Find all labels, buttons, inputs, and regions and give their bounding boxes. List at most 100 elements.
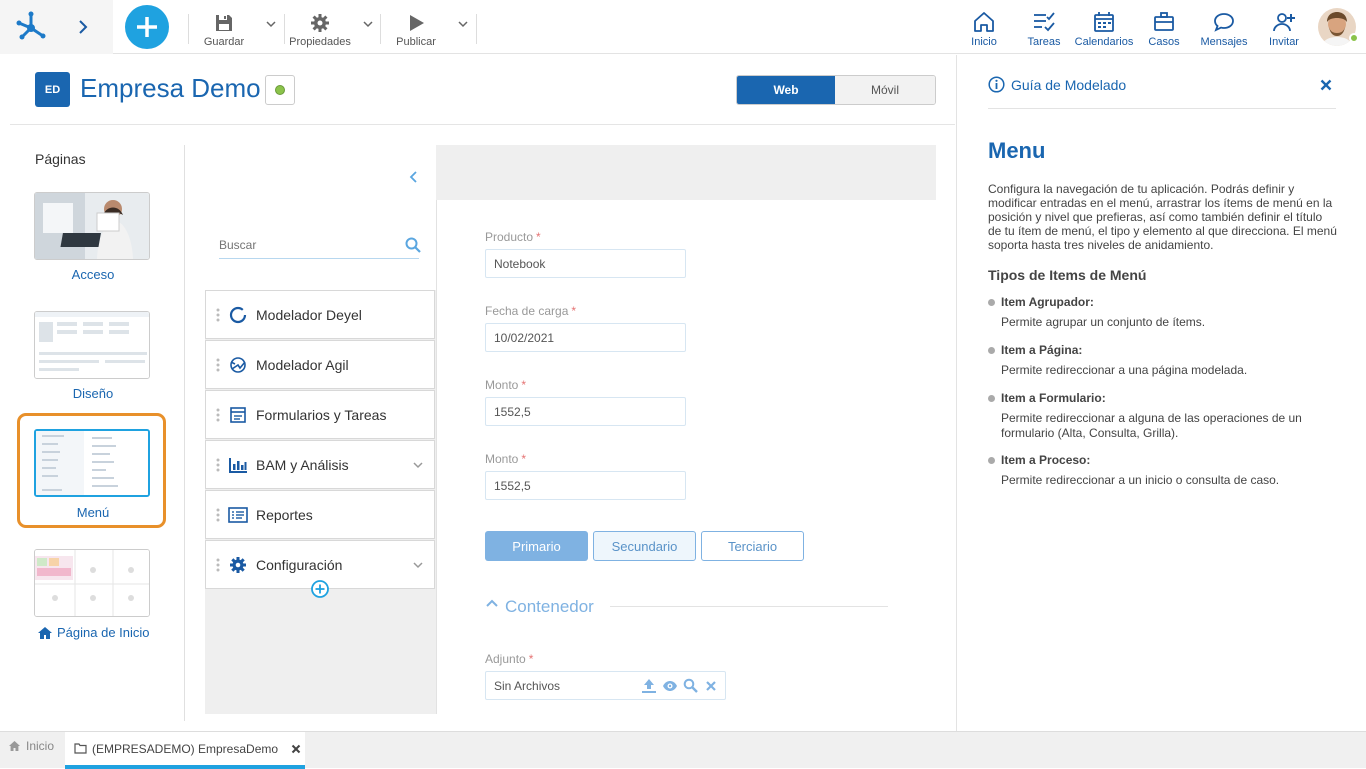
menu-item-bam[interactable]: BAM y Análisis	[205, 440, 435, 489]
nav-calendarios[interactable]: Calendarios	[1074, 8, 1134, 48]
tab-empresademo-label: (EMPRESADEMO) EmpresaDemo	[92, 741, 279, 756]
expand-chevron-icon[interactable]	[412, 561, 424, 569]
menu-item-reportes[interactable]: Reportes	[205, 490, 435, 539]
app-title: Empresa Demo	[80, 73, 261, 103]
field-producto[interactable]: Notebook	[485, 249, 686, 278]
bar-chart-icon	[228, 455, 248, 475]
app-status-button[interactable]	[265, 75, 295, 105]
field-fecha-carga[interactable]: 10/02/2021	[485, 323, 686, 352]
app-header: ED Empresa Demo Web Móvil	[10, 55, 955, 125]
collapse-panel-chevron-icon[interactable]	[408, 170, 418, 184]
menu-item-modelador-deyel[interactable]: Modelador Deyel	[205, 290, 435, 339]
view-toggle-mobile[interactable]: Móvil	[835, 76, 935, 104]
field-monto[interactable]: 1552,5	[485, 397, 686, 426]
primary-button[interactable]: Primario	[485, 531, 588, 561]
menu-item-modelador-agil[interactable]: Modelador Agil	[205, 340, 435, 389]
tab-empresademo[interactable]: (EMPRESADEMO) EmpresaDemo	[65, 732, 305, 769]
nav-invitar[interactable]: Invitar	[1264, 8, 1304, 48]
pages-heading: Páginas	[35, 151, 86, 167]
nav-casos[interactable]: Casos	[1144, 8, 1184, 48]
menu-item-formularios[interactable]: Formularios y Tareas	[205, 390, 435, 439]
add-menu-item-icon[interactable]	[310, 579, 330, 599]
nav-tareas[interactable]: Tareas	[1024, 8, 1064, 48]
add-button[interactable]	[125, 5, 169, 49]
online-status-dot	[1349, 33, 1359, 43]
menu-item-label: Formularios y Tareas	[256, 406, 387, 423]
save-button[interactable]: Guardar	[200, 8, 248, 48]
deyel-ring-icon	[228, 305, 248, 325]
column-divider	[184, 145, 185, 721]
page-label-menu: Menú	[76, 505, 110, 520]
clear-icon[interactable]	[705, 680, 717, 692]
folder-icon	[74, 743, 87, 754]
toolbar-divider	[476, 14, 477, 44]
drag-handle-icon[interactable]	[214, 458, 222, 472]
publish-label: Publicar	[396, 36, 436, 48]
reports-icon	[228, 505, 248, 525]
eye-icon[interactable]	[662, 679, 678, 693]
nav-inicio[interactable]: Inicio	[964, 8, 1004, 48]
close-tab-icon[interactable]	[291, 744, 301, 754]
home-icon	[974, 12, 994, 32]
page-thumb-inicio[interactable]	[34, 549, 150, 617]
tertiary-button[interactable]: Terciario	[701, 531, 804, 561]
field-monto-2[interactable]: 1552,5	[485, 471, 686, 500]
search-icon[interactable]	[405, 237, 421, 253]
publish-dropdown-caret-icon[interactable]	[457, 20, 469, 28]
properties-label: Propiedades	[289, 36, 351, 48]
drag-handle-icon[interactable]	[214, 558, 222, 572]
tasks-icon	[1034, 12, 1055, 32]
upload-icon[interactable]	[641, 678, 657, 694]
drag-handle-icon[interactable]	[214, 508, 222, 522]
save-dropdown-caret-icon[interactable]	[265, 20, 277, 28]
close-guide-icon[interactable]	[1320, 79, 1332, 91]
menu-item-label: Modelador Agil	[256, 356, 349, 373]
tab-inicio[interactable]: Inicio	[8, 739, 54, 753]
home-icon	[38, 626, 52, 639]
properties-button[interactable]: Propiedades	[288, 8, 352, 48]
menu-search-input[interactable]	[219, 231, 419, 259]
page-label-inicio: Página de Inicio	[57, 625, 150, 640]
page-thumb-diseno[interactable]	[34, 311, 150, 379]
toolbar-divider	[380, 14, 381, 44]
preview-header-strip	[436, 145, 936, 200]
container-collapse-icon[interactable]	[485, 598, 499, 608]
drag-handle-icon[interactable]	[214, 358, 222, 372]
publish-button[interactable]: Publicar	[392, 8, 440, 48]
page-label-acceso: Acceso	[71, 267, 115, 282]
guide-subtitle: Tipos de Items de Menú	[988, 267, 1147, 283]
toolbar-divider	[188, 14, 189, 44]
view-toggle-web[interactable]: Web	[737, 76, 835, 104]
field-label-fecha: Fecha de carga *	[485, 304, 577, 318]
page-thumb-menu[interactable]	[34, 429, 150, 497]
page-label-diseno: Diseño	[72, 386, 114, 401]
toolbar-divider	[284, 14, 285, 44]
drag-handle-icon[interactable]	[214, 408, 222, 422]
guide-title: Menu	[988, 138, 1046, 163]
briefcase-icon	[1154, 12, 1174, 31]
attachment-field: Sin Archivos	[485, 671, 726, 700]
properties-dropdown-caret-icon[interactable]	[362, 20, 374, 28]
field-label-monto-2: Monto *	[485, 452, 527, 466]
drag-handle-icon[interactable]	[214, 308, 222, 322]
page-thumb-acceso[interactable]	[34, 192, 150, 260]
nav-tareas-label: Tareas	[1027, 36, 1061, 48]
view-toggle: Web Móvil	[736, 75, 936, 105]
nav-calendarios-label: Calendarios	[1074, 36, 1134, 48]
expand-chevron-icon[interactable]	[412, 461, 424, 469]
field-label-adjunto: Adjunto *	[485, 652, 534, 666]
nav-mensajes[interactable]: Mensajes	[1198, 8, 1250, 48]
expand-chevron-icon[interactable]	[77, 19, 89, 35]
save-icon	[216, 15, 232, 31]
guide-item-proceso: Item a Proceso: Permite redireccionar a …	[988, 453, 1328, 488]
search-icon[interactable]	[683, 678, 698, 693]
deyel-logo-icon[interactable]	[14, 9, 48, 43]
preview-divider	[436, 200, 437, 714]
guide-header: Guía de Modelado	[1011, 77, 1127, 93]
agile-icon	[228, 355, 248, 375]
secondary-button[interactable]: Secundario	[593, 531, 696, 561]
menu-item-label: Reportes	[256, 506, 313, 523]
chat-bubble-icon	[1214, 13, 1234, 32]
top-toolbar: Guardar Propiedades Publicar Inicio Tare…	[0, 0, 1366, 54]
page-label-inicio-wrap: Página de Inicio	[37, 625, 150, 640]
